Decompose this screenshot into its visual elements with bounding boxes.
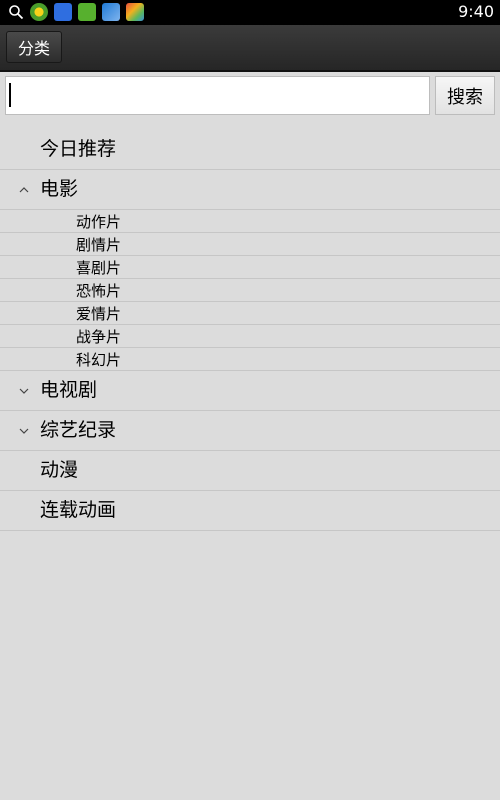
category-item-movies[interactable]: 电影: [0, 170, 500, 210]
subcategory-label: 动作片: [76, 212, 122, 231]
subcategory-label: 恐怖片: [76, 281, 122, 300]
subcategory-label: 爱情片: [76, 304, 122, 323]
text-cursor: [9, 83, 11, 107]
category-label: 连载动画: [40, 499, 117, 521]
search-input[interactable]: [5, 76, 430, 115]
category-item-tv-series[interactable]: 电视剧: [0, 371, 500, 411]
subcategory-item-war[interactable]: 战争片: [0, 325, 500, 348]
subcategory-label: 科幻片: [76, 350, 122, 369]
search-bar: 搜索: [0, 72, 500, 120]
chevron-down-icon: [19, 428, 29, 434]
chevron-down-icon: [19, 388, 29, 394]
app-icon-blue-cross: [102, 3, 120, 21]
app-icon-colorful: [126, 3, 144, 21]
chevron-up-icon: [19, 186, 29, 192]
category-label: 综艺纪录: [40, 419, 117, 441]
subcategory-label: 喜剧片: [76, 258, 122, 277]
category-label: 电视剧: [40, 379, 98, 401]
category-item-today-recommend[interactable]: 今日推荐: [0, 130, 500, 170]
category-label: 今日推荐: [40, 138, 117, 160]
category-list: 今日推荐 电影 动作片 剧情片 喜剧片 恐怖片 爱情片 战争片 科幻片 电视剧 …: [0, 130, 500, 531]
iqiyi-icon: [78, 3, 96, 21]
subcategory-item-action[interactable]: 动作片: [0, 210, 500, 233]
category-label: 电影: [40, 178, 79, 200]
subcategory-item-comedy[interactable]: 喜剧片: [0, 256, 500, 279]
status-bar: 9:40: [0, 0, 500, 25]
status-time: 9:40: [458, 2, 494, 21]
top-bar: 分类: [0, 25, 500, 72]
category-item-variety-documentary[interactable]: 综艺纪录: [0, 411, 500, 451]
subcategory-item-scifi[interactable]: 科幻片: [0, 348, 500, 371]
search-button[interactable]: 搜索: [435, 76, 495, 115]
baidu-icon: [54, 3, 72, 21]
subcategory-item-drama[interactable]: 剧情片: [0, 233, 500, 256]
subcategory-item-horror[interactable]: 恐怖片: [0, 279, 500, 302]
category-item-anime[interactable]: 动漫: [0, 451, 500, 491]
category-label: 动漫: [40, 459, 79, 481]
category-item-serial-animation[interactable]: 连载动画: [0, 491, 500, 531]
search-icon: [9, 5, 24, 20]
subcategory-label: 剧情片: [76, 235, 122, 254]
subcategory-label: 战争片: [76, 327, 122, 346]
category-button[interactable]: 分类: [6, 31, 62, 63]
subcategory-item-romance[interactable]: 爱情片: [0, 302, 500, 325]
notification-icons: [8, 3, 144, 21]
app-icon-green-ball: [30, 3, 48, 21]
